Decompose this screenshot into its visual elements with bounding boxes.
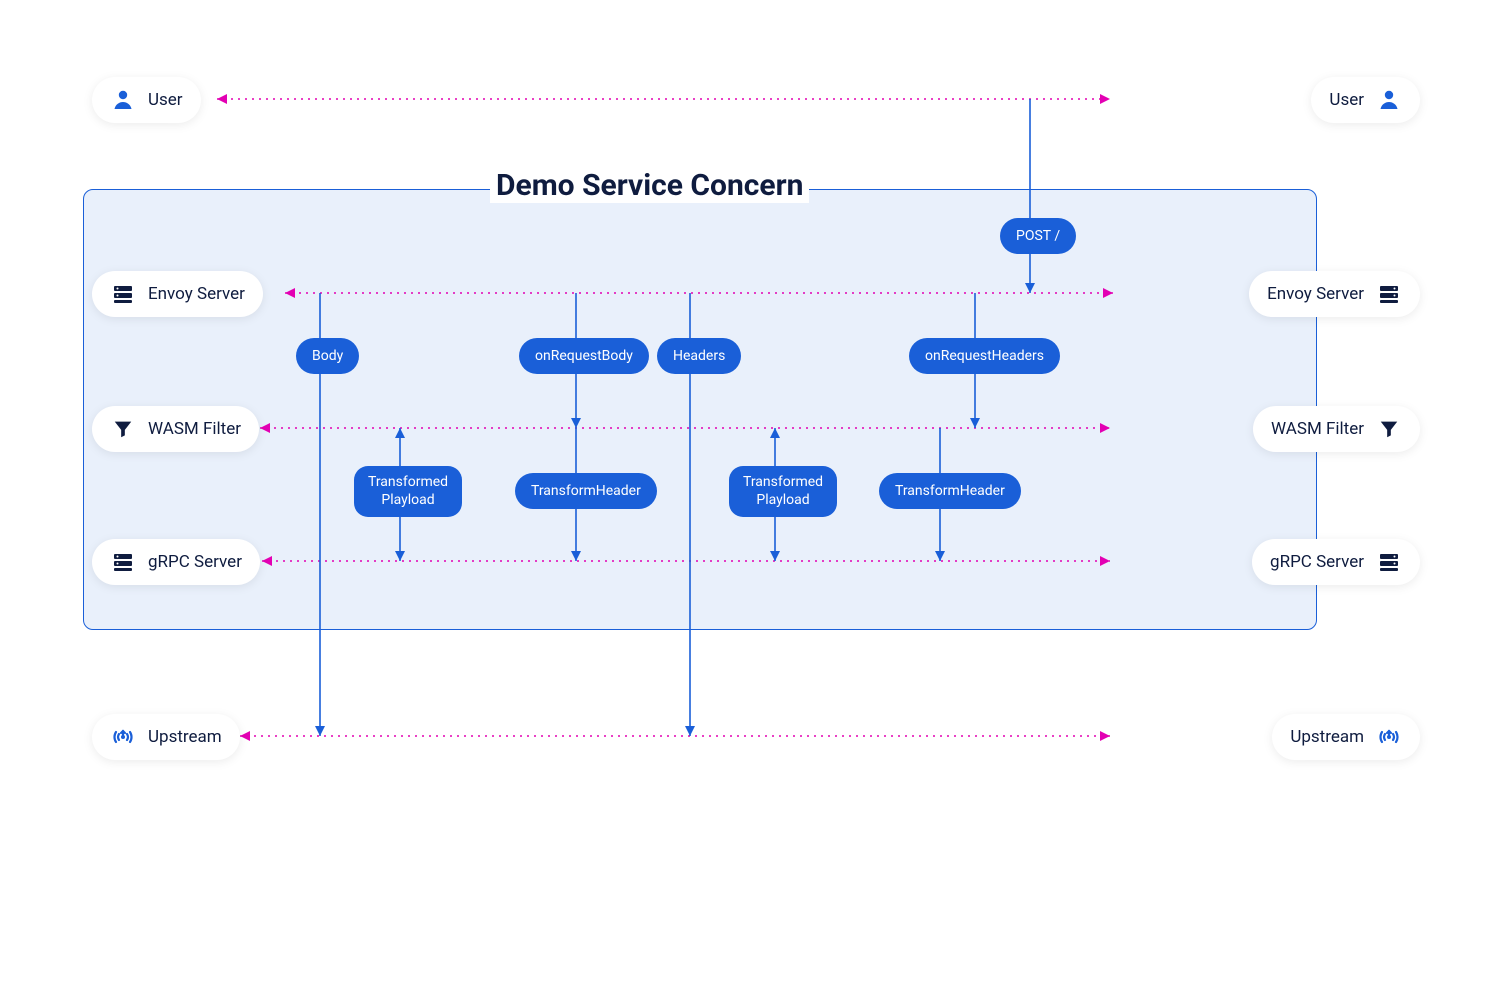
node-envoy-right: Envoy Server — [1249, 271, 1420, 317]
node-label: WASM Filter — [1271, 419, 1364, 439]
pill-body: Body — [296, 338, 359, 374]
node-label: Envoy Server — [148, 284, 245, 304]
pill-line2: Playload — [381, 492, 434, 508]
diagram-canvas: Demo Service Concern — [0, 0, 1512, 982]
node-user-right: User — [1311, 77, 1420, 123]
node-user-left: User — [92, 77, 201, 123]
node-label: Upstream — [148, 727, 222, 747]
pill-post: POST / — [1000, 218, 1076, 254]
broadcast-icon — [110, 724, 136, 750]
node-label: gRPC Server — [148, 552, 242, 572]
pill-line2: Playload — [756, 492, 809, 508]
broadcast-icon — [1376, 724, 1402, 750]
node-wasm-left: WASM Filter — [92, 406, 259, 452]
service-concern-container — [83, 189, 1317, 630]
pill-line1: Transformed — [368, 474, 448, 490]
server-icon — [1376, 281, 1402, 307]
pill-headers: Headers — [657, 338, 741, 374]
pill-onrequestbody: onRequestBody — [519, 338, 649, 374]
user-icon — [110, 87, 136, 113]
diagram-title: Demo Service Concern — [490, 168, 809, 203]
node-upstream-left: Upstream — [92, 714, 240, 760]
node-label: User — [1329, 90, 1364, 110]
node-label: User — [148, 90, 183, 110]
server-icon — [110, 281, 136, 307]
node-label: gRPC Server — [1270, 552, 1364, 572]
node-grpc-left: gRPC Server — [92, 539, 260, 585]
user-icon — [1376, 87, 1402, 113]
node-wasm-right: WASM Filter — [1253, 406, 1420, 452]
pill-onrequestheaders: onRequestHeaders — [909, 338, 1060, 374]
pill-line1: Transformed — [743, 474, 823, 490]
pill-transformed-payload-2: Transformed Playload — [729, 466, 837, 517]
pill-transform-header-1: TransformHeader — [515, 473, 657, 509]
node-label: Envoy Server — [1267, 284, 1364, 304]
pill-transformed-payload-1: Transformed Playload — [354, 466, 462, 517]
filter-icon — [1376, 416, 1402, 442]
node-upstream-right: Upstream — [1272, 714, 1420, 760]
pill-transform-header-2: TransformHeader — [879, 473, 1021, 509]
server-icon — [1376, 549, 1402, 575]
server-icon — [110, 549, 136, 575]
node-grpc-right: gRPC Server — [1252, 539, 1420, 585]
filter-icon — [110, 416, 136, 442]
node-label: Upstream — [1290, 727, 1364, 747]
node-label: WASM Filter — [148, 419, 241, 439]
node-envoy-left: Envoy Server — [92, 271, 263, 317]
